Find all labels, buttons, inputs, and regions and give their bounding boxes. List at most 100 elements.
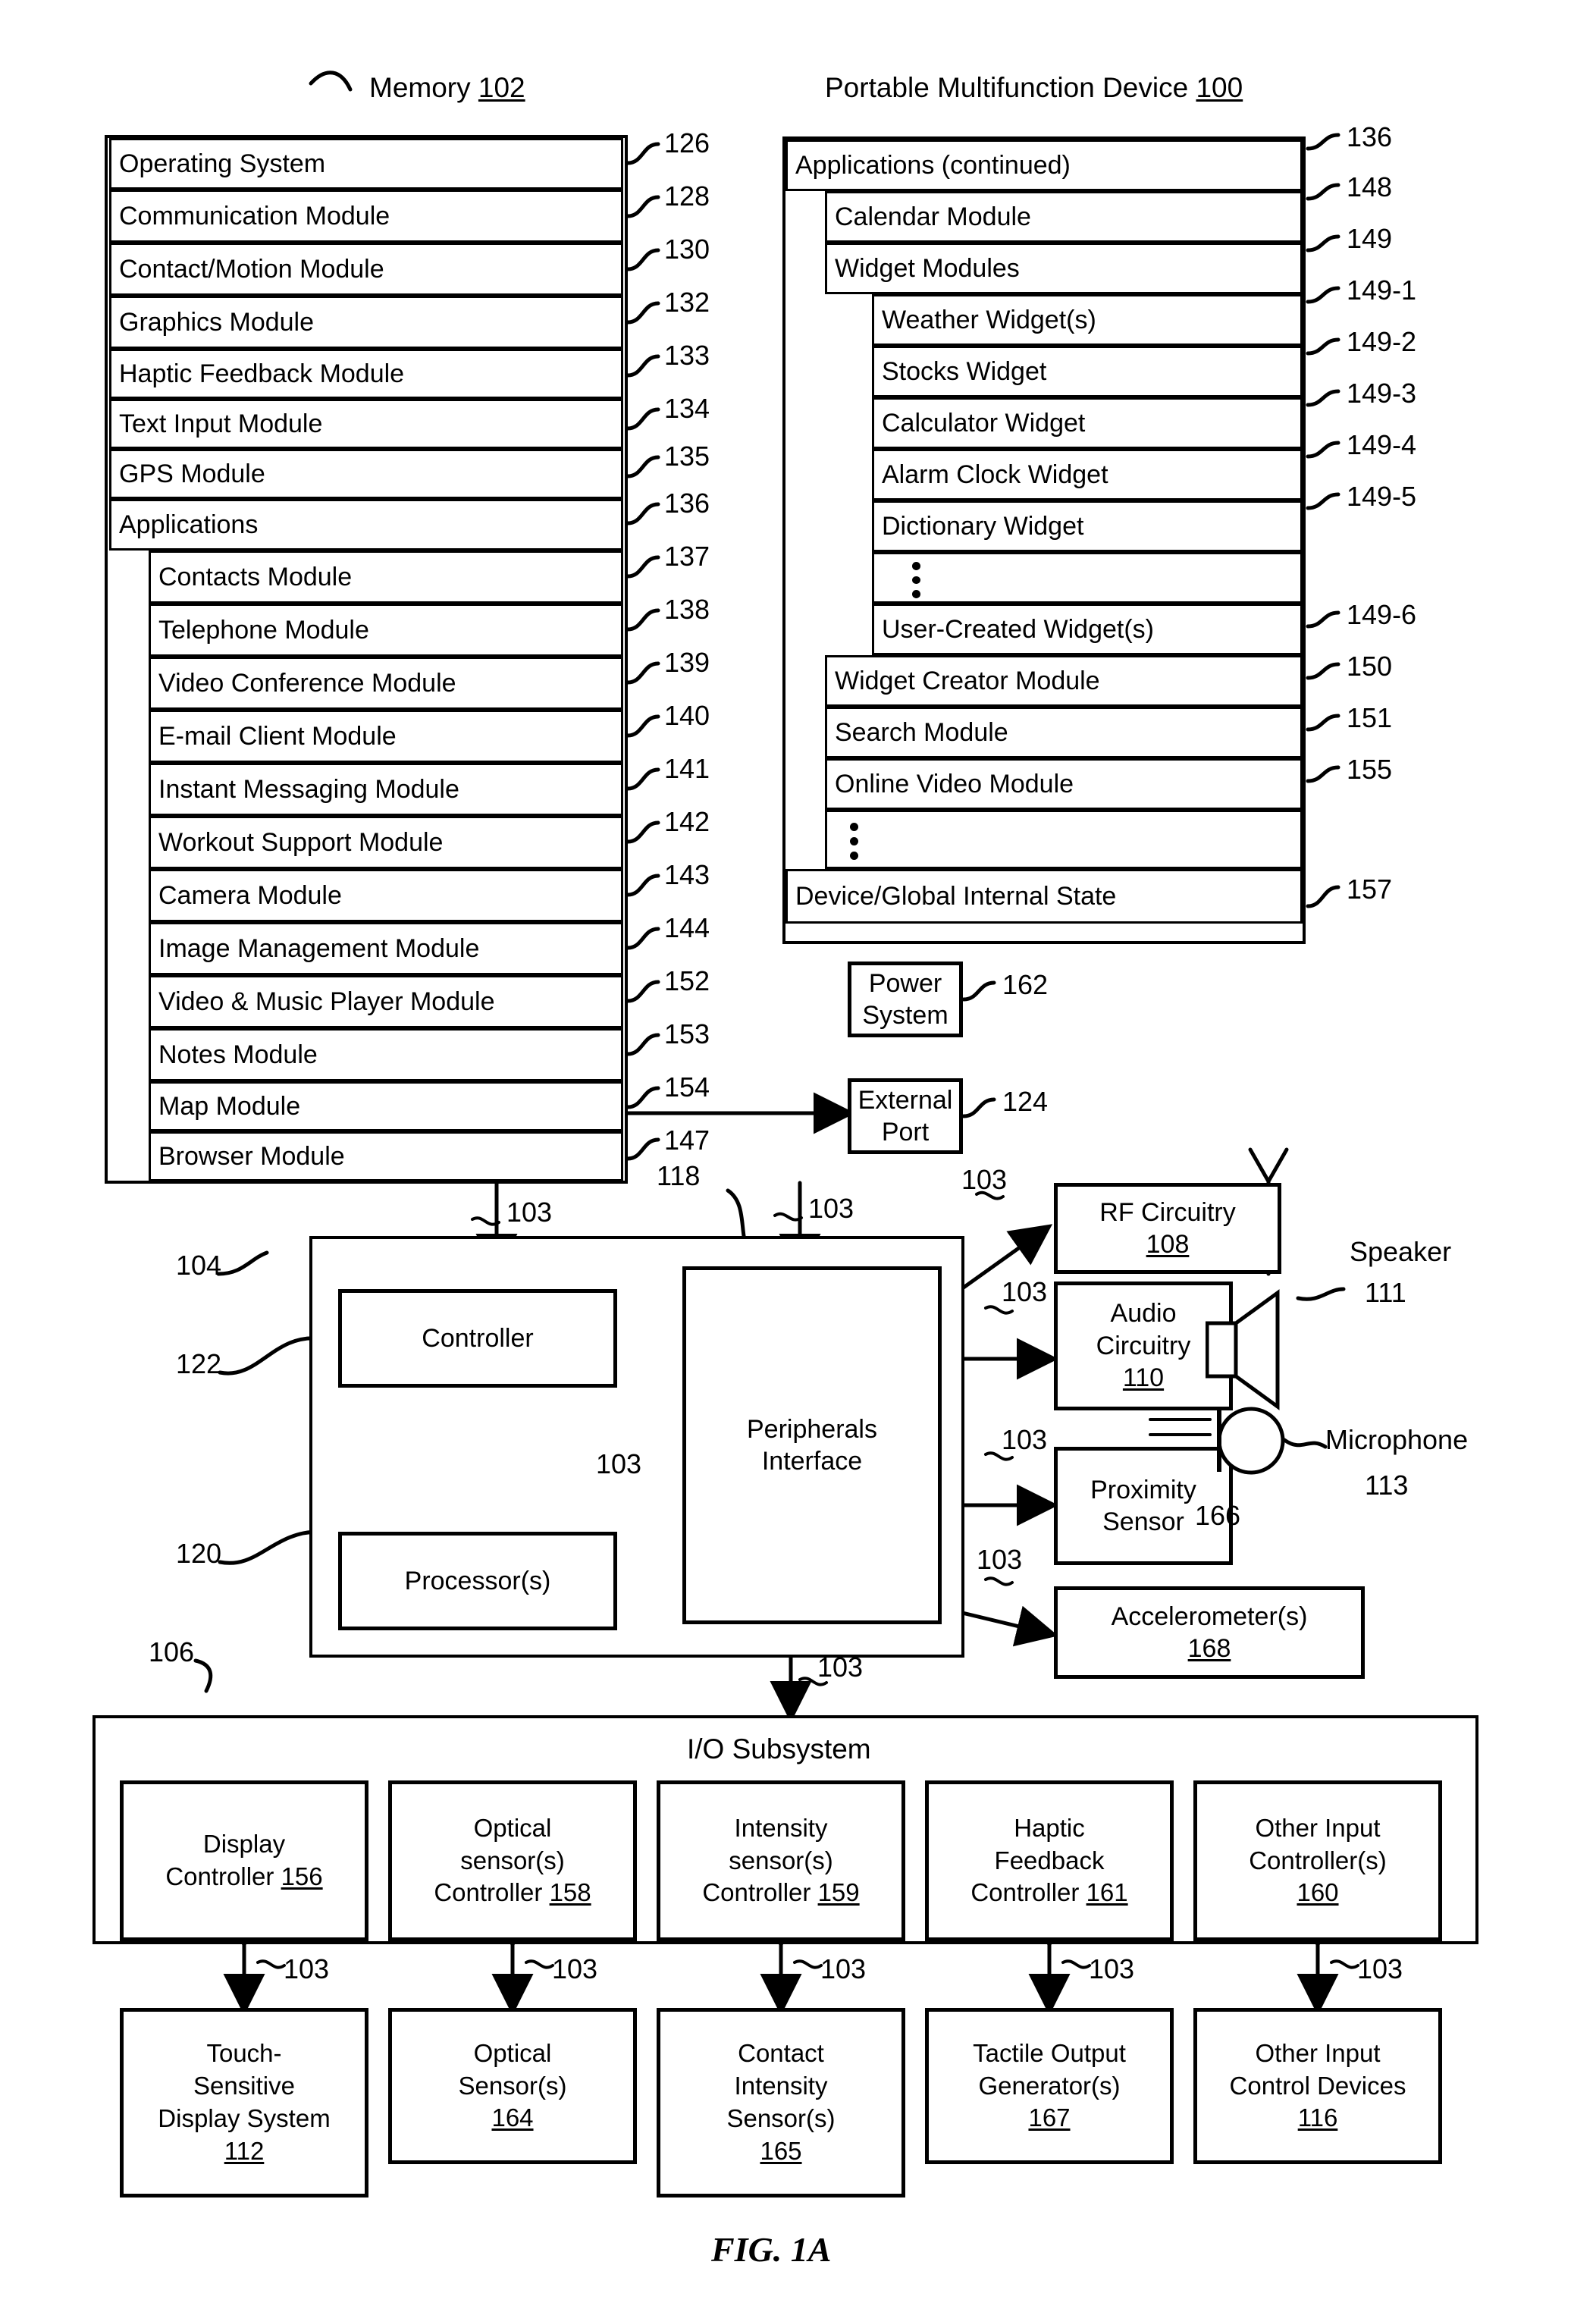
audio-circuitry-line2: Circuitry	[1096, 1331, 1191, 1360]
memory-ref-135: 135	[664, 441, 710, 472]
display-controller-block[interactable]: Display Controller 156	[120, 1780, 368, 1941]
row-label: Calendar Module	[835, 202, 1031, 231]
io-link-label-103-other-input: 103	[1357, 1953, 1403, 1984]
row-label: Widget Modules	[835, 253, 1020, 283]
row-label: Haptic Feedback Module	[119, 359, 405, 388]
applications-row-stocks-widget[interactable]: Stocks Widget	[872, 346, 1303, 397]
device-title: Portable Multifunction Device 100	[825, 72, 1243, 104]
controller-block[interactable]: Controller	[338, 1289, 617, 1388]
haptic-feedback-controller-line2: Feedback	[994, 1846, 1105, 1874]
applications-ref-148: 148	[1347, 171, 1393, 202]
applications-row-ellipsis	[825, 810, 1303, 869]
patent-figure-1a: Memory 102 Operating System Communicatio…	[0, 0, 1596, 2312]
memory-row-workout-support-module[interactable]: Workout Support Module	[149, 816, 623, 869]
memory-ref-140: 140	[664, 700, 710, 731]
memory-row-haptic-feedback-module[interactable]: Haptic Feedback Module	[109, 349, 623, 399]
row-label: Telephone Module	[158, 615, 369, 645]
power-system-block[interactable]: Power System	[848, 962, 963, 1037]
bus-label-103-proximity: 103	[1002, 1424, 1048, 1455]
applications-row-widget-creator-module[interactable]: Widget Creator Module	[825, 655, 1303, 707]
memory-row-map-module[interactable]: Map Module	[149, 1081, 623, 1131]
other-input-controller-line1: Other Input	[1255, 1813, 1381, 1842]
memory-row-telephone-module[interactable]: Telephone Module	[149, 604, 623, 657]
contact-intensity-ref: 165	[760, 2136, 802, 2165]
optical-sensor-controller-block[interactable]: Optical sensor(s) Controller 158	[388, 1780, 637, 1941]
optical-sensors-block[interactable]: Optical Sensor(s) 164	[388, 2008, 637, 2164]
applications-row-widget-modules[interactable]: Widget Modules	[825, 243, 1303, 294]
processor-block[interactable]: Processor(s)	[338, 1532, 617, 1630]
memory-row-communication-module[interactable]: Communication Module	[109, 190, 623, 243]
tactile-output-line2: Generator(s)	[978, 2071, 1121, 2100]
external-port-block[interactable]: External Port	[848, 1078, 963, 1154]
memory-row-contacts-module[interactable]: Contacts Module	[149, 551, 623, 604]
memory-row-contact-motion-module[interactable]: Contact/Motion Module	[109, 243, 623, 296]
touch-sensitive-display-system-block[interactable]: Touch- Sensitive Display System 112	[120, 2008, 368, 2197]
memory-row-video-conference-module[interactable]: Video Conference Module	[149, 657, 623, 710]
applications-row-online-video-module[interactable]: Online Video Module	[825, 758, 1303, 810]
memory-ref-128: 128	[664, 180, 710, 212]
row-label: Calculator Widget	[882, 408, 1086, 438]
memory-row-browser-module[interactable]: Browser Module	[149, 1131, 623, 1181]
rf-circuitry-label: RF Circuitry	[1099, 1197, 1236, 1227]
applications-footer-device-global-internal-state[interactable]: Device/Global Internal State	[785, 869, 1303, 924]
row-label: Online Video Module	[835, 769, 1074, 798]
memory-row-email-client-module[interactable]: E-mail Client Module	[149, 710, 623, 763]
other-input-controller-ref: 160	[1297, 1878, 1339, 1907]
vertical-ellipsis-icon	[912, 562, 920, 599]
contact-intensity-line2: Intensity	[734, 2072, 828, 2100]
memory-row-gps-module[interactable]: GPS Module	[109, 449, 623, 499]
memory-row-notes-module[interactable]: Notes Module	[149, 1028, 623, 1081]
other-input-controller-block[interactable]: Other Input Controller(s) 160	[1193, 1780, 1442, 1941]
contact-intensity-sensors-block[interactable]: Contact Intensity Sensor(s) 165	[657, 2008, 905, 2197]
applications-row-user-created-widget[interactable]: User-Created Widget(s)	[872, 604, 1303, 655]
memory-row-text-input-module[interactable]: Text Input Module	[109, 399, 623, 449]
haptic-feedback-controller-block[interactable]: Haptic Feedback Controller 161	[925, 1780, 1174, 1941]
row-label: Device/Global Internal State	[795, 881, 1117, 911]
memory-row-image-management-module[interactable]: Image Management Module	[149, 922, 623, 975]
tactile-output-ref: 167	[1028, 2103, 1071, 2132]
peripherals-interface-block[interactable]: Peripherals Interface	[682, 1266, 942, 1624]
optical-sensor-controller-line3: Controller 158	[434, 1878, 591, 1907]
memory-row-operating-system[interactable]: Operating System	[109, 138, 623, 190]
memory-row-video-music-player-module[interactable]: Video & Music Player Module	[149, 975, 623, 1028]
applications-row-calendar-module[interactable]: Calendar Module	[825, 191, 1303, 243]
applications-ref-157: 157	[1347, 874, 1393, 905]
memory-row-graphics-module[interactable]: Graphics Module	[109, 296, 623, 349]
proximity-sensor-line1: Proximity	[1090, 1475, 1196, 1504]
row-label: Applications	[119, 510, 259, 539]
row-label: Search Module	[835, 717, 1008, 747]
tactile-output-generators-block[interactable]: Tactile Output Generator(s) 167	[925, 2008, 1174, 2164]
processor-ref-120: 120	[176, 1538, 222, 1569]
memory-ref-154: 154	[664, 1071, 710, 1103]
peripherals-line2: Interface	[761, 1447, 863, 1476]
rf-circuitry-block[interactable]: RF Circuitry 108	[1054, 1183, 1281, 1274]
controller-label: Controller	[422, 1323, 534, 1353]
display-controller-line1: Display	[202, 1830, 286, 1859]
bus-label-103-audio: 103	[1002, 1276, 1048, 1307]
accelerometer-ref: 168	[1187, 1634, 1231, 1663]
accelerometer-block[interactable]: Accelerometer(s) 168	[1054, 1586, 1365, 1679]
applications-header[interactable]: Applications (continued)	[785, 140, 1303, 191]
optical-sensor-controller-line1: Optical	[473, 1813, 552, 1842]
memory-ref-138: 138	[664, 594, 710, 625]
peripherals-line1: Peripherals	[747, 1414, 877, 1444]
power-system-ref-162: 162	[1002, 969, 1049, 1000]
row-label: Widget Creator Module	[835, 666, 1100, 695]
other-input-devices-line2: Control Devices	[1229, 2071, 1406, 2100]
memory-row-camera-module[interactable]: Camera Module	[149, 869, 623, 922]
row-label: Operating System	[119, 149, 326, 178]
intensity-sensor-controller-line2: sensor(s)	[729, 1846, 833, 1874]
applications-row-search-module[interactable]: Search Module	[825, 707, 1303, 758]
intensity-sensor-controller-block[interactable]: Intensity sensor(s) Controller 159	[657, 1780, 905, 1941]
applications-row-weather-widget[interactable]: Weather Widget(s)	[872, 294, 1303, 346]
rf-circuitry-ref: 108	[1146, 1230, 1190, 1259]
memory-row-instant-messaging-module[interactable]: Instant Messaging Module	[149, 763, 623, 816]
microphone-ref-113: 113	[1365, 1470, 1409, 1501]
applications-row-calculator-widget[interactable]: Calculator Widget	[872, 397, 1303, 449]
applications-row-alarm-clock-widget[interactable]: Alarm Clock Widget	[872, 449, 1303, 500]
memory-row-applications[interactable]: Applications	[109, 499, 623, 551]
applications-row-dictionary-widget[interactable]: Dictionary Widget	[872, 500, 1303, 552]
row-label: Graphics Module	[119, 307, 315, 337]
row-label: Communication Module	[119, 201, 390, 231]
other-input-control-devices-block[interactable]: Other Input Control Devices 116	[1193, 2008, 1442, 2164]
